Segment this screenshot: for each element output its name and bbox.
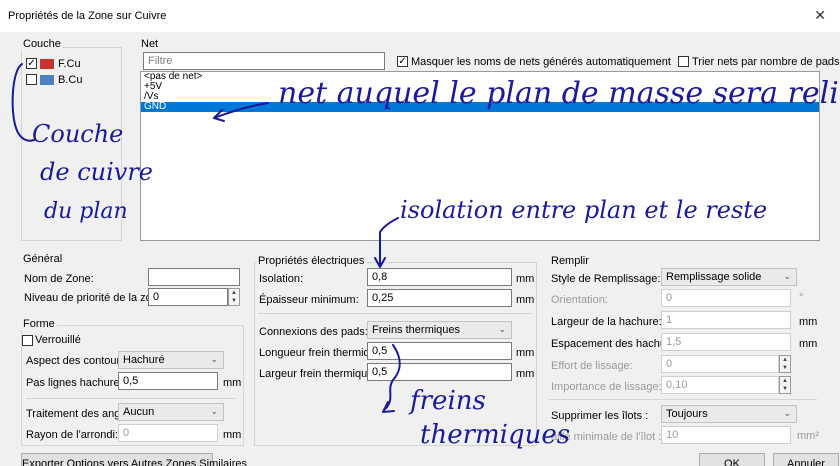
- corner-radius-input[interactable]: 0: [118, 424, 218, 442]
- zone-priority-stepper[interactable]: ▲ ▼: [228, 288, 240, 306]
- chevron-down-icon: ⌄: [498, 324, 506, 334]
- general-title: Général: [21, 253, 65, 265]
- thermal-width-label: Largeur frein thermique:: [259, 368, 377, 380]
- smoothing-amount-stepper[interactable]: ▲ ▼: [779, 376, 791, 394]
- fill-title: Remplir: [549, 255, 591, 267]
- fill-separator: [549, 399, 817, 400]
- hatch-gap-unit: mm: [799, 338, 818, 350]
- zone-name-input[interactable]: [148, 268, 240, 286]
- min-width-unit: mm: [516, 294, 535, 306]
- locked-checkbox[interactable]: [22, 335, 33, 346]
- corner-radius-label: Rayon de l'arrondi:: [26, 429, 118, 441]
- layer-bcu-color-swatch: [40, 75, 54, 85]
- outline-style-select[interactable]: Hachuré ⌄: [118, 351, 224, 369]
- cancel-button[interactable]: Annuler: [773, 453, 839, 466]
- smoothing-input[interactable]: 0: [661, 355, 779, 373]
- layer-panel-title: Couche: [21, 38, 63, 50]
- shape-title: Forme: [21, 318, 57, 330]
- clearance-input[interactable]: 0,8: [367, 268, 512, 286]
- net-panel-title: Net: [139, 38, 161, 50]
- remove-islands-select[interactable]: Toujours ⌄: [661, 405, 797, 423]
- clearance-unit: mm: [516, 273, 535, 285]
- outline-style-value: Hachuré: [123, 354, 165, 366]
- layer-item-fcu[interactable]: ✓ F.Cu: [25, 57, 119, 71]
- hatch-pitch-input[interactable]: 0,5: [118, 372, 218, 390]
- layer-item-bcu[interactable]: B.Cu: [25, 73, 119, 87]
- hide-auto-nets-checkbox[interactable]: ✓: [397, 56, 408, 67]
- smoothing-stepper[interactable]: ▲ ▼: [779, 355, 791, 373]
- electrical-separator: [258, 313, 532, 314]
- sort-nets-checkbox[interactable]: [678, 56, 689, 67]
- hatch-width-label: Largeur de la hachure:: [551, 316, 662, 328]
- thermal-annotation-line1: freins: [410, 386, 486, 416]
- layer-bcu-label: B.Cu: [58, 74, 83, 86]
- isolation-annotation: isolation entre plan et le reste: [400, 196, 768, 224]
- fill-style-label: Style de Remplissage:: [551, 273, 661, 285]
- corner-style-value: Aucun: [123, 406, 155, 418]
- hatch-width-input[interactable]: 1: [661, 311, 791, 329]
- outline-style-label: Aspect des contours:: [26, 355, 129, 367]
- layer-annotation-line1: Couche: [32, 120, 124, 148]
- thermal-annotation-line2: thermiques: [420, 420, 571, 450]
- fill-style-select[interactable]: Remplissage solide ⌄: [661, 268, 797, 286]
- net-filter-input[interactable]: Filtre: [143, 52, 385, 70]
- shape-separator: [26, 398, 236, 399]
- pad-connection-value: Freins thermiques: [372, 324, 461, 336]
- ok-button[interactable]: OK: [699, 453, 765, 466]
- hatch-pitch-label: Pas lignes hachure:: [26, 377, 123, 389]
- orientation-input[interactable]: 0: [661, 289, 791, 307]
- min-island-size-input[interactable]: 10: [661, 426, 791, 444]
- net-annotation: net auquel le plan de masse sera relié: [278, 76, 840, 111]
- locked-label: Verrouillé: [35, 334, 81, 346]
- sort-nets-label: Trier nets par nombre de pads: [692, 56, 840, 68]
- zone-name-label: Nom de Zone:: [24, 273, 94, 285]
- chevron-down-icon: ⌄: [210, 406, 218, 416]
- window-titlebar: Propriétés de la Zone sur Cuivre ✕: [0, 0, 840, 32]
- remove-islands-value: Toujours: [666, 408, 708, 420]
- electrical-title: Propriétés électriques: [256, 255, 367, 267]
- smoothing-amount-input[interactable]: 0,10: [661, 376, 779, 394]
- fill-style-value: Remplissage solide: [666, 271, 762, 283]
- corner-radius-unit: mm: [223, 429, 242, 441]
- layer-fcu-checkbox[interactable]: ✓: [26, 58, 37, 69]
- thermal-gap-input[interactable]: 0,5: [367, 342, 512, 360]
- zone-priority-label: Niveau de priorité de la zone:: [24, 292, 168, 304]
- min-island-size-unit: mm²: [797, 430, 819, 442]
- min-width-label: Épaisseur minimum:: [259, 294, 359, 306]
- thermal-width-unit: mm: [516, 368, 535, 380]
- orientation-unit: °: [799, 292, 804, 304]
- orientation-label: Orientation:: [551, 294, 608, 306]
- thermal-width-input[interactable]: 0,5: [367, 363, 512, 381]
- min-width-input[interactable]: 0,25: [367, 289, 512, 307]
- pad-connection-label: Connexions des pads:: [259, 326, 368, 338]
- hatch-width-unit: mm: [799, 316, 818, 328]
- smoothing-amount-label: Importance de lissage:: [551, 381, 662, 393]
- layer-annotation-line2: de cuivre: [40, 158, 154, 186]
- export-options-button[interactable]: Exporter Options vers Autres Zones Simil…: [21, 453, 247, 466]
- hatch-gap-input[interactable]: 1,5: [661, 333, 791, 351]
- chevron-down-icon: ⌄: [783, 271, 791, 281]
- thermal-gap-unit: mm: [516, 347, 535, 359]
- chevron-down-icon: ⌄: [210, 354, 218, 364]
- zone-priority-input[interactable]: 0: [148, 288, 228, 306]
- smoothing-label: Effort de lissage:: [551, 360, 633, 372]
- clearance-label: Isolation:: [259, 273, 304, 285]
- window-title: Propriétés de la Zone sur Cuivre: [8, 10, 167, 22]
- corner-style-select[interactable]: Aucun ⌄: [118, 403, 224, 421]
- close-icon[interactable]: ✕: [814, 7, 826, 24]
- hide-auto-nets-label: Masquer les noms de nets générés automat…: [411, 56, 671, 68]
- layer-fcu-color-swatch: [40, 59, 54, 69]
- pad-connection-select[interactable]: Freins thermiques ⌄: [367, 321, 512, 339]
- layer-bcu-checkbox[interactable]: [26, 74, 37, 85]
- layer-annotation-line3: du plan: [44, 199, 128, 224]
- chevron-down-icon: ⌄: [783, 408, 791, 418]
- hatch-pitch-unit: mm: [223, 377, 242, 389]
- layer-fcu-label: F.Cu: [58, 58, 81, 70]
